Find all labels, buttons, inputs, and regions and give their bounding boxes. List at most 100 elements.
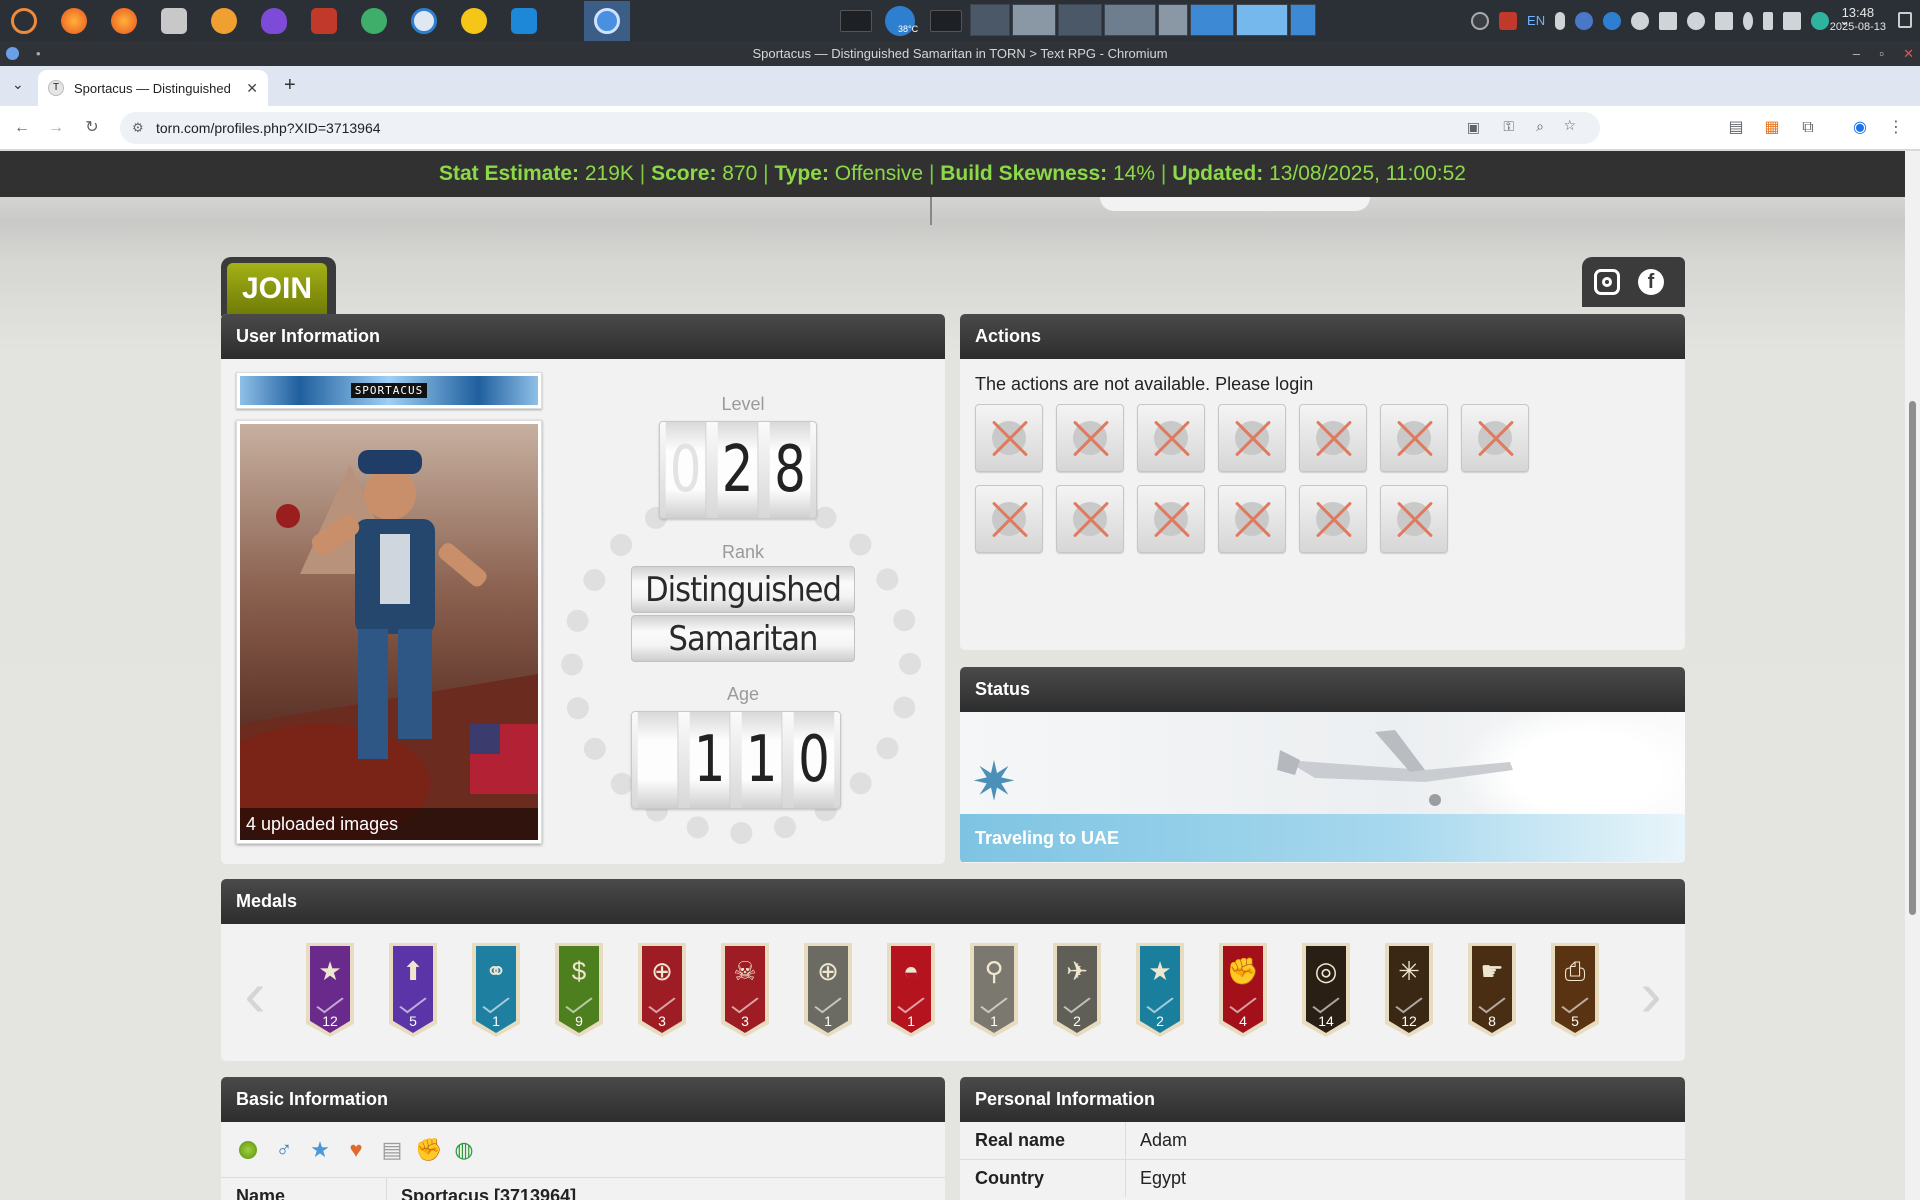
install-app-icon[interactable]: ▣: [1467, 119, 1480, 136]
app-green-icon[interactable]: [354, 1, 394, 41]
tab-list-icon[interactable]: ⌄: [12, 76, 24, 93]
tab-close-icon[interactable]: ✕: [246, 80, 258, 97]
star-medal[interactable]: ★ 2: [1136, 943, 1184, 1037]
fingerprint-medal[interactable]: ◎ 14: [1302, 943, 1350, 1037]
tab-active[interactable]: T Sportacus — Distinguished ✕: [38, 70, 268, 106]
online-status-icon[interactable]: [235, 1137, 261, 1163]
clock[interactable]: 13:48 2025-08-13: [1830, 6, 1886, 34]
plane-medal[interactable]: ✈ 2: [1053, 943, 1101, 1037]
volume-icon[interactable]: [1715, 11, 1734, 30]
join-button[interactable]: JOIN: [227, 263, 327, 315]
app-tray-icon[interactable]: [1499, 11, 1518, 30]
night-light-icon[interactable]: [204, 1, 244, 41]
trade-action-button[interactable]: [1299, 404, 1367, 472]
bounty-action-button[interactable]: [1218, 404, 1286, 472]
new-tab-icon[interactable]: +: [284, 74, 296, 97]
target-medal[interactable]: ⊕ 3: [638, 943, 686, 1037]
name-value[interactable]: Sportacus [3713964]: [401, 1186, 576, 1200]
scrollbar-thumb[interactable]: [1909, 401, 1916, 915]
revive-action-button[interactable]: [1380, 404, 1448, 472]
rank-medal[interactable]: ⬆ 5: [389, 943, 437, 1037]
skull-medal[interactable]: ☠ 3: [721, 943, 769, 1037]
send-money-action-button[interactable]: [1137, 404, 1205, 472]
message-action-button[interactable]: [1056, 404, 1124, 472]
network-icon[interactable]: [1783, 11, 1802, 30]
extension-store-icon[interactable]: ▤: [1726, 118, 1746, 138]
file-manager-icon[interactable]: [154, 1, 194, 41]
workspace-pager[interactable]: [970, 4, 1340, 38]
money-medal[interactable]: $9: [555, 943, 603, 1037]
app-red-icon[interactable]: [304, 1, 344, 41]
show-desktop-icon[interactable]: [1898, 12, 1912, 28]
reload-icon[interactable]: ↻: [82, 118, 102, 138]
bluetooth-icon[interactable]: [1743, 11, 1754, 30]
system-menu-icon[interactable]: [4, 1, 44, 41]
firefox-2-icon[interactable]: [104, 1, 144, 41]
attack-action-button[interactable]: [975, 404, 1043, 472]
bust-action-button[interactable]: [1461, 404, 1529, 472]
married-heart-icon[interactable]: ♥: [343, 1137, 369, 1163]
view-display-action-button[interactable]: [1299, 485, 1367, 553]
bookmark-star-icon[interactable]: ☆: [1563, 117, 1576, 134]
url-text[interactable]: torn.com/profiles.php?XID=3713964: [156, 120, 381, 136]
avatar-caption[interactable]: 4 uploaded images: [240, 808, 538, 840]
window-thumb-icon[interactable]: [930, 10, 962, 32]
faction-icon[interactable]: ✊: [415, 1137, 442, 1163]
view-bazaar-action-button[interactable]: [1218, 485, 1286, 553]
marriage-medal[interactable]: ⚭ 1: [472, 943, 520, 1037]
medals-next-icon[interactable]: ›: [1639, 959, 1663, 1029]
firefox-icon[interactable]: [54, 1, 94, 41]
window-pin-icon[interactable]: •: [36, 41, 41, 66]
job-icon[interactable]: ▤: [379, 1137, 405, 1163]
maximize-icon[interactable]: ▫: [1879, 41, 1884, 66]
add-friend-action-button[interactable]: [1056, 485, 1124, 553]
place-bounty-action-button[interactable]: [1380, 485, 1448, 553]
emoji-icon[interactable]: [454, 1, 494, 41]
instagram-icon[interactable]: [1594, 269, 1620, 295]
sync-icon[interactable]: [1631, 11, 1650, 30]
hand-medal[interactable]: ☛ 8: [1468, 943, 1516, 1037]
location-medal[interactable]: ⚲ 1: [970, 943, 1018, 1037]
page-scrollbar[interactable]: [1905, 151, 1920, 1200]
minimize-icon[interactable]: –: [1853, 41, 1860, 66]
hat-medal[interactable]: ◓ 1: [887, 943, 935, 1037]
profile-avatar[interactable]: 4 uploaded images: [236, 420, 542, 844]
donator-star-icon[interactable]: ★: [307, 1137, 333, 1163]
media-play-icon[interactable]: [1687, 11, 1706, 30]
password-key-icon[interactable]: ⚿: [1503, 118, 1514, 135]
crack-medal[interactable]: ✳ 12: [1385, 943, 1433, 1037]
site-info-icon[interactable]: ⚙: [132, 120, 144, 136]
extensions-puzzle-icon[interactable]: ⧉: [1798, 118, 1818, 138]
add-enemy-action-button[interactable]: [1137, 485, 1205, 553]
male-icon[interactable]: ♂: [271, 1137, 297, 1163]
address-bar[interactable]: ⚙ torn.com/profiles.php?XID=3713964 ▣ ⚿ …: [120, 112, 1600, 144]
steam-icon[interactable]: [1471, 11, 1490, 30]
vscode-icon[interactable]: [504, 1, 544, 41]
report-action-button[interactable]: [975, 485, 1043, 553]
facebook-icon[interactable]: f: [1638, 269, 1664, 295]
window-thumb-icon[interactable]: [840, 10, 872, 32]
extension-orange-icon[interactable]: ▦: [1762, 118, 1782, 138]
back-icon[interactable]: ←: [12, 118, 32, 138]
medic-medal[interactable]: ⊕ 1: [804, 943, 852, 1037]
globe-app-icon[interactable]: [404, 1, 444, 41]
browser-menu-icon[interactable]: ⋮: [1886, 118, 1906, 138]
close-window-icon[interactable]: ✕: [1903, 41, 1914, 66]
keyboard-layout[interactable]: EN: [1527, 13, 1545, 28]
printer-medal[interactable]: ⎙ 5: [1551, 943, 1599, 1037]
forward-icon[interactable]: →: [46, 118, 66, 138]
qbittorrent-icon[interactable]: [1575, 11, 1594, 30]
tor-browser-icon[interactable]: [254, 1, 294, 41]
profile-icon[interactable]: ◉: [1850, 118, 1870, 138]
settings-tray-icon[interactable]: [1811, 11, 1830, 30]
vpn-icon[interactable]: [1603, 11, 1622, 30]
clipboard-icon[interactable]: [1659, 11, 1678, 30]
medals-prev-icon[interactable]: ‹: [243, 959, 267, 1029]
battery-icon[interactable]: [1763, 11, 1774, 30]
temperature-icon[interactable]: [1555, 11, 1566, 30]
fist-medal[interactable]: ✊ 4: [1219, 943, 1267, 1037]
travel-globe-icon[interactable]: ◍: [451, 1137, 477, 1163]
zoom-icon[interactable]: ⌕: [1536, 118, 1544, 135]
chromium-icon[interactable]: [584, 0, 630, 41]
level-medal[interactable]: ★ 12: [306, 943, 354, 1037]
